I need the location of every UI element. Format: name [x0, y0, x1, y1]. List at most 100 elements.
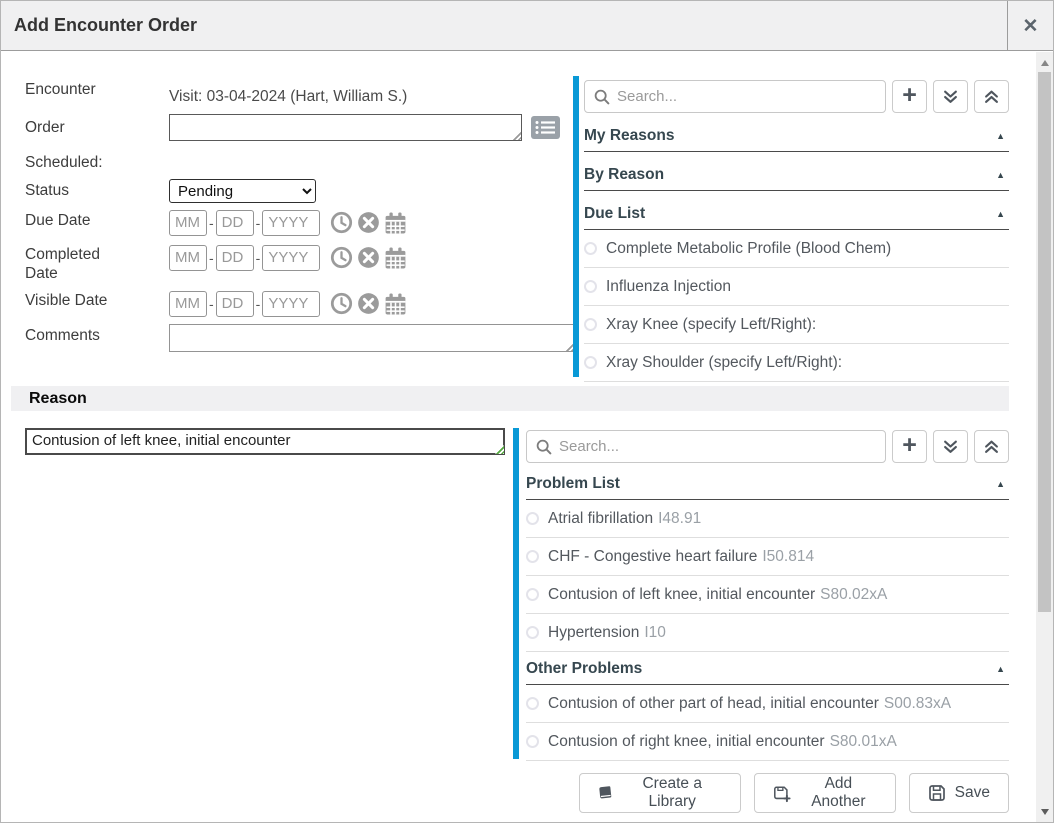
section-due-list[interactable]: Due List ▲ — [584, 205, 1009, 230]
collapse-caret-icon: ▲ — [996, 209, 1005, 219]
problem-code: I50.814 — [762, 548, 814, 566]
calendar-icon — [384, 212, 407, 234]
problem-list-item[interactable]: CHF - Congestive heart failure I50.814 — [526, 538, 1009, 576]
visible-date-clear-button[interactable] — [357, 292, 380, 315]
save-button[interactable]: Save — [909, 773, 1009, 813]
problem-code: S80.01xA — [830, 733, 897, 751]
reasons-search-input[interactable] — [617, 88, 876, 105]
date-separator: - — [209, 215, 214, 231]
section-my-reasons[interactable]: My Reasons ▲ — [584, 127, 1009, 152]
dialog-titlebar: Add Encounter Order — [1, 1, 1053, 51]
completed-date-month-input[interactable] — [169, 245, 207, 271]
reason-section-header: Reason — [11, 386, 1009, 411]
problem-list: Atrial fibrillation I48.91 CHF - Congest… — [526, 500, 1009, 652]
add-encounter-order-dialog: Add Encounter Order ✕ Encounter Order Sc… — [0, 0, 1054, 823]
problems-expand-all-button[interactable] — [933, 430, 968, 463]
dialog-title: Add Encounter Order — [14, 15, 197, 36]
visible-date-time-button[interactable] — [330, 292, 353, 315]
add-another-button[interactable]: Add Another — [754, 773, 896, 813]
list-icon — [531, 116, 560, 139]
completed-date-year-input[interactable] — [262, 245, 320, 271]
visible-date-day-input[interactable] — [216, 291, 254, 317]
due-list-item[interactable]: Influenza Injection — [584, 268, 1009, 306]
reasons-add-button[interactable]: + — [892, 80, 927, 113]
visible-date-year-input[interactable] — [262, 291, 320, 317]
vertical-scrollbar[interactable] — [1036, 52, 1053, 822]
problem-list-item[interactable]: Contusion of left knee, initial encounte… — [526, 576, 1009, 614]
double-chevron-down-icon — [943, 89, 958, 104]
completed-date-clear-button[interactable] — [357, 246, 380, 269]
problem-label: Contusion of other part of head, initial… — [548, 695, 879, 713]
search-icon — [536, 439, 552, 455]
problem-code: S00.83xA — [884, 695, 951, 713]
due-list-item[interactable]: Xray Knee (specify Left/Right): — [584, 306, 1009, 344]
status-select[interactable]: Pending — [169, 179, 316, 203]
due-list-item-label: Influenza Injection — [606, 278, 731, 296]
problem-label: Hypertension — [548, 624, 639, 642]
due-date-time-button[interactable] — [330, 211, 353, 234]
due-date-clear-button[interactable] — [357, 211, 380, 234]
collapse-caret-icon: ▲ — [996, 170, 1005, 180]
comments-input[interactable] — [169, 324, 575, 352]
visible-date-calendar-button[interactable] — [384, 293, 407, 315]
radio-icon — [526, 735, 539, 748]
plus-icon: + — [902, 433, 917, 458]
book-icon — [597, 783, 614, 802]
due-date-calendar-button[interactable] — [384, 212, 407, 234]
save-plus-icon — [773, 784, 791, 803]
section-by-reason[interactable]: By Reason ▲ — [584, 166, 1009, 191]
problem-code: I10 — [644, 624, 666, 642]
scrollbar-up-button[interactable] — [1036, 54, 1053, 71]
radio-icon — [584, 318, 597, 331]
other-problems-list: Contusion of other part of head, initial… — [526, 685, 1009, 761]
problems-collapse-all-button[interactable] — [974, 430, 1009, 463]
completed-date-calendar-button[interactable] — [384, 247, 407, 269]
visible-date-month-input[interactable] — [169, 291, 207, 317]
due-date-month-input[interactable] — [169, 210, 207, 236]
reasons-expand-all-button[interactable] — [933, 80, 968, 113]
date-separator: - — [256, 215, 261, 231]
close-button[interactable]: ✕ — [1007, 1, 1053, 51]
completed-date-row: - - — [169, 244, 407, 271]
section-label: Due List — [584, 205, 645, 223]
section-other-problems[interactable]: Other Problems ▲ — [526, 660, 1009, 685]
scrollbar-down-button[interactable] — [1036, 803, 1053, 820]
completed-date-time-button[interactable] — [330, 246, 353, 269]
order-picker-button[interactable] — [531, 116, 560, 139]
reasons-search-box[interactable] — [584, 80, 886, 113]
radio-icon — [526, 588, 539, 601]
problem-list-item[interactable]: Atrial fibrillation I48.91 — [526, 500, 1009, 538]
order-label: Order — [25, 118, 65, 137]
section-label: My Reasons — [584, 127, 674, 145]
clear-circle-icon — [357, 292, 380, 315]
calendar-icon — [384, 247, 407, 269]
radio-icon — [584, 280, 597, 293]
scrollbar-thumb[interactable] — [1038, 72, 1051, 612]
completed-date-day-input[interactable] — [216, 245, 254, 271]
create-library-button[interactable]: Create a Library — [579, 773, 741, 813]
problem-list-item[interactable]: Contusion of right knee, initial encount… — [526, 723, 1009, 761]
problem-list-item[interactable]: Contusion of other part of head, initial… — [526, 685, 1009, 723]
due-list-item[interactable]: Xray Shoulder (specify Left/Right): — [584, 344, 1009, 382]
due-list-item[interactable]: Complete Metabolic Profile (Blood Chem) — [584, 230, 1009, 268]
problems-add-button[interactable]: + — [892, 430, 927, 463]
problems-search-input[interactable] — [559, 438, 876, 455]
date-separator: - — [209, 296, 214, 312]
section-problem-list[interactable]: Problem List ▲ — [526, 475, 1009, 500]
problem-list-item[interactable]: Hypertension I10 — [526, 614, 1009, 652]
due-date-day-input[interactable] — [216, 210, 254, 236]
radio-icon — [526, 512, 539, 525]
problem-label: Atrial fibrillation — [548, 510, 653, 528]
reasons-panel: + My Reasons ▲ By Reason ▲ Due List ▲ — [573, 76, 1009, 377]
problem-label: Contusion of left knee, initial encounte… — [548, 586, 815, 604]
save-icon — [928, 784, 946, 802]
radio-icon — [526, 626, 539, 639]
problem-label: CHF - Congestive heart failure — [548, 548, 757, 566]
order-input[interactable] — [169, 114, 522, 141]
problems-search-box[interactable] — [526, 430, 886, 463]
reason-input[interactable]: Contusion of left knee, initial encounte… — [25, 428, 505, 455]
double-chevron-down-icon — [943, 439, 958, 454]
encounter-label: Encounter — [25, 80, 96, 99]
due-date-year-input[interactable] — [262, 210, 320, 236]
reasons-collapse-all-button[interactable] — [974, 80, 1009, 113]
